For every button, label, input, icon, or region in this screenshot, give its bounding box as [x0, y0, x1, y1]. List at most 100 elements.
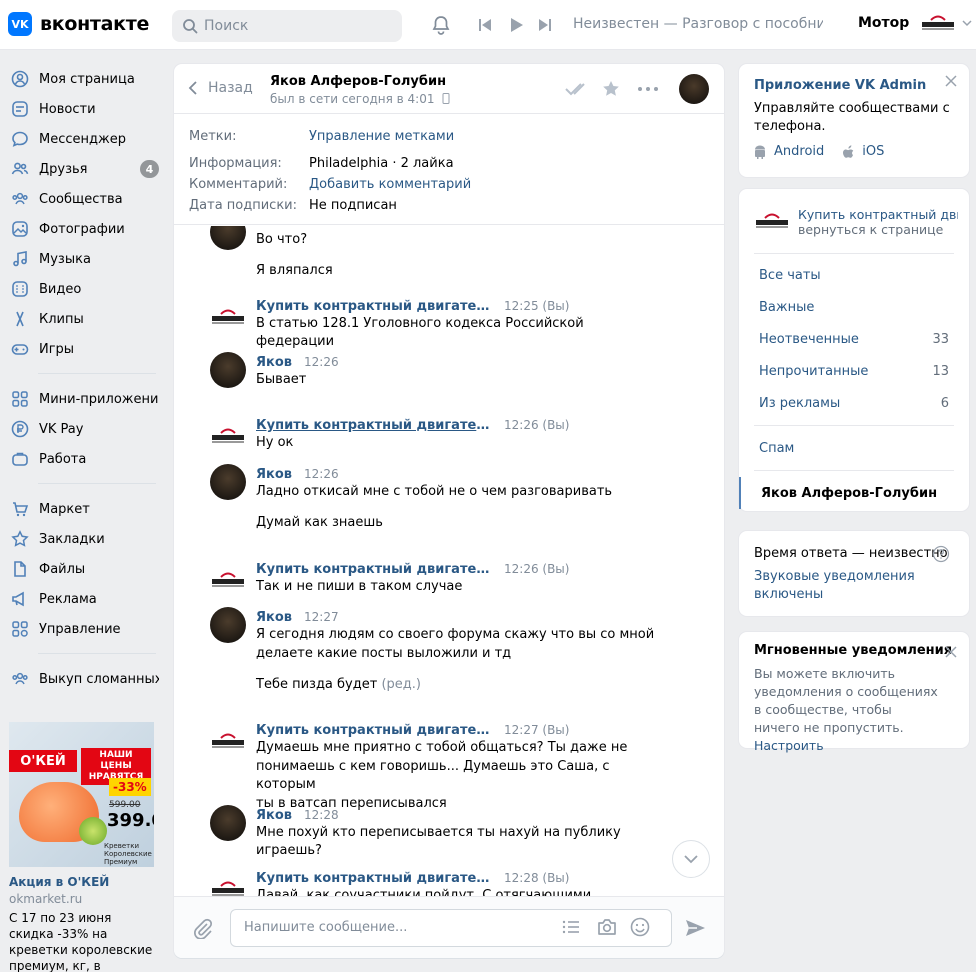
message-text: Ну ок [256, 435, 294, 450]
logo-text: вконтакте [40, 13, 150, 35]
android-link[interactable]: Android [774, 144, 824, 159]
vk-admin-title[interactable]: Приложение VK Admin [754, 78, 926, 93]
close-icon[interactable] [945, 75, 957, 87]
nav-item-news[interactable]: Новости [0, 94, 165, 124]
author-name[interactable]: Купить контрактный двигатель. Прод... [256, 723, 492, 738]
avatar[interactable] [210, 299, 246, 335]
filter-unanswered[interactable]: Неотвеченные 33 [739, 323, 969, 355]
star-icon[interactable] [601, 79, 621, 99]
nav-item-bookmarks[interactable]: Закладки [0, 524, 165, 554]
message-time[interactable]: 12:25 (Вы) [504, 299, 569, 314]
peer-avatar[interactable] [679, 74, 709, 104]
author-name[interactable]: Купить контрактный двигатель. Прод... [256, 418, 492, 433]
play-icon[interactable] [507, 16, 525, 34]
filter-from-ads[interactable]: Из рекламы 6 [739, 387, 969, 419]
ad-image[interactable]: О'КЕЙ НАШИ ЦЕНЫ НРАВЯТСЯ -33% 599.00 399… [9, 722, 154, 867]
next-track-icon[interactable] [537, 17, 553, 33]
nav-item-photos[interactable]: Фотографии [0, 214, 165, 244]
ad-text: С 17 по 23 июня скидка -33% на креветки … [9, 911, 153, 972]
configure-link[interactable]: Настроить [754, 738, 824, 753]
back-button[interactable]: Назад [188, 80, 253, 96]
nav-item-clips[interactable]: Клипы [0, 304, 165, 334]
player-track-title[interactable]: Неизвестен — Разговор с пособни... [573, 16, 823, 32]
nav-item-manage[interactable]: Управление [0, 614, 165, 644]
message-author: Купить контрактный двигатель. Прод... 12… [256, 418, 656, 433]
return-to-group-link[interactable]: вернуться к странице [798, 222, 943, 237]
scroll-down-button[interactable] [672, 840, 710, 878]
send-icon[interactable] [684, 917, 706, 939]
message-time[interactable]: 12:26 [304, 467, 339, 482]
peer-name[interactable]: Яков Алферов-Голубин [270, 74, 446, 89]
avatar[interactable] [210, 352, 246, 388]
nav-item-vkpay[interactable]: VK Pay [0, 414, 165, 444]
double-check-icon[interactable] [564, 80, 590, 98]
template-list-icon[interactable] [562, 919, 580, 935]
close-icon[interactable] [945, 646, 957, 658]
nav-item-games[interactable]: Игры [0, 334, 165, 364]
profile-menu[interactable]: Мотор [858, 14, 973, 32]
avatar[interactable] [210, 226, 246, 250]
avatar[interactable] [210, 723, 246, 759]
nav-item-video[interactable]: Видео [0, 274, 165, 304]
message-time[interactable]: 12:28 (Вы) [504, 871, 569, 886]
group-avatar[interactable] [754, 207, 790, 235]
message-time[interactable]: 12:26 (Вы) [504, 562, 569, 577]
sound-notifications-link[interactable]: Звуковые уведомления включены [754, 568, 924, 604]
nav-item-buyback-group[interactable]: Выкуп сломанных... [0, 664, 165, 694]
meta-info-row: Информация: Philadelphia · 2 лайка [189, 153, 709, 174]
manage-tags-link[interactable]: Управление метками [309, 129, 454, 144]
nav-item-friends[interactable]: Друзья 4 [0, 154, 165, 184]
active-chat-item[interactable]: Яков Алферов-Голубин [739, 477, 969, 509]
author-name[interactable]: Яков [256, 610, 292, 625]
author-name[interactable]: Яков [256, 467, 292, 482]
nav-label: Сообщества [39, 191, 123, 207]
nav-item-my-page[interactable]: Моя страница [0, 64, 165, 94]
nav-item-work[interactable]: Работа [0, 444, 165, 474]
nav-item-groups[interactable]: Сообщества [0, 184, 165, 214]
group-name-link[interactable]: Купить контрактный дви... [798, 207, 958, 222]
nav-item-music[interactable]: Музыка [0, 244, 165, 274]
message-time[interactable]: 12:26 (Вы) [504, 418, 569, 433]
author-name[interactable]: Купить контрактный двигатель. Прод... [256, 871, 492, 886]
filter-unread[interactable]: Непрочитанные 13 [739, 355, 969, 387]
edited-mark[interactable]: (ред.) [381, 677, 421, 692]
vk-logo[interactable]: VK вконтакте [8, 12, 149, 36]
add-comment-link[interactable]: Добавить комментарий [309, 177, 471, 192]
filter-spam[interactable]: Спам [739, 432, 969, 464]
avatar[interactable] [210, 871, 246, 896]
message-time[interactable]: 12:26 [304, 355, 339, 370]
nav-item-files[interactable]: Файлы [0, 554, 165, 584]
avatar[interactable] [210, 562, 246, 598]
more-icon[interactable] [637, 86, 659, 92]
bell-icon[interactable] [430, 14, 452, 36]
avatar[interactable] [210, 418, 246, 454]
nav-item-mini-apps[interactable]: Мини-приложения [0, 384, 165, 414]
avatar[interactable] [210, 607, 246, 643]
author-name[interactable]: Купить контрактный двигатель. Прод... [256, 562, 492, 577]
avatar[interactable] [210, 464, 246, 500]
camera-icon[interactable] [596, 917, 618, 937]
paperclip-icon[interactable] [192, 917, 214, 939]
nav-item-market[interactable]: Маркет [0, 494, 165, 524]
message-history[interactable]: Во что? Я вляпался Купить контрактный дв… [174, 226, 724, 896]
ios-link[interactable]: iOS [862, 144, 884, 159]
sidebar-ad[interactable]: О'КЕЙ НАШИ ЦЕНЫ НРАВЯТСЯ -33% 599.00 399… [9, 722, 155, 972]
ad-title[interactable]: Акция в О'КЕЙ [9, 875, 155, 889]
motortop-logo-icon [212, 428, 244, 443]
emoji-icon[interactable] [630, 917, 650, 937]
prev-track-icon[interactable] [477, 17, 493, 33]
help-icon[interactable] [932, 545, 950, 563]
filter-important[interactable]: Важные [739, 291, 969, 323]
message-time[interactable]: 12:27 [304, 610, 339, 625]
author-name[interactable]: Яков [256, 355, 292, 370]
nav-item-ads[interactable]: Реклама [0, 584, 165, 614]
author-name[interactable]: Купить контрактный двигатель. Прод... [256, 299, 492, 314]
nav-item-messenger[interactable]: Мессенджер [0, 124, 165, 154]
friends-icon [11, 162, 29, 175]
avatar[interactable] [210, 805, 246, 841]
message-time[interactable]: 12:27 (Вы) [504, 723, 569, 738]
message-time[interactable]: 12:28 [304, 808, 339, 823]
search-input[interactable]: Поиск [172, 10, 402, 42]
author-name[interactable]: Яков [256, 808, 292, 823]
filter-all-chats[interactable]: Все чаты [739, 259, 969, 291]
